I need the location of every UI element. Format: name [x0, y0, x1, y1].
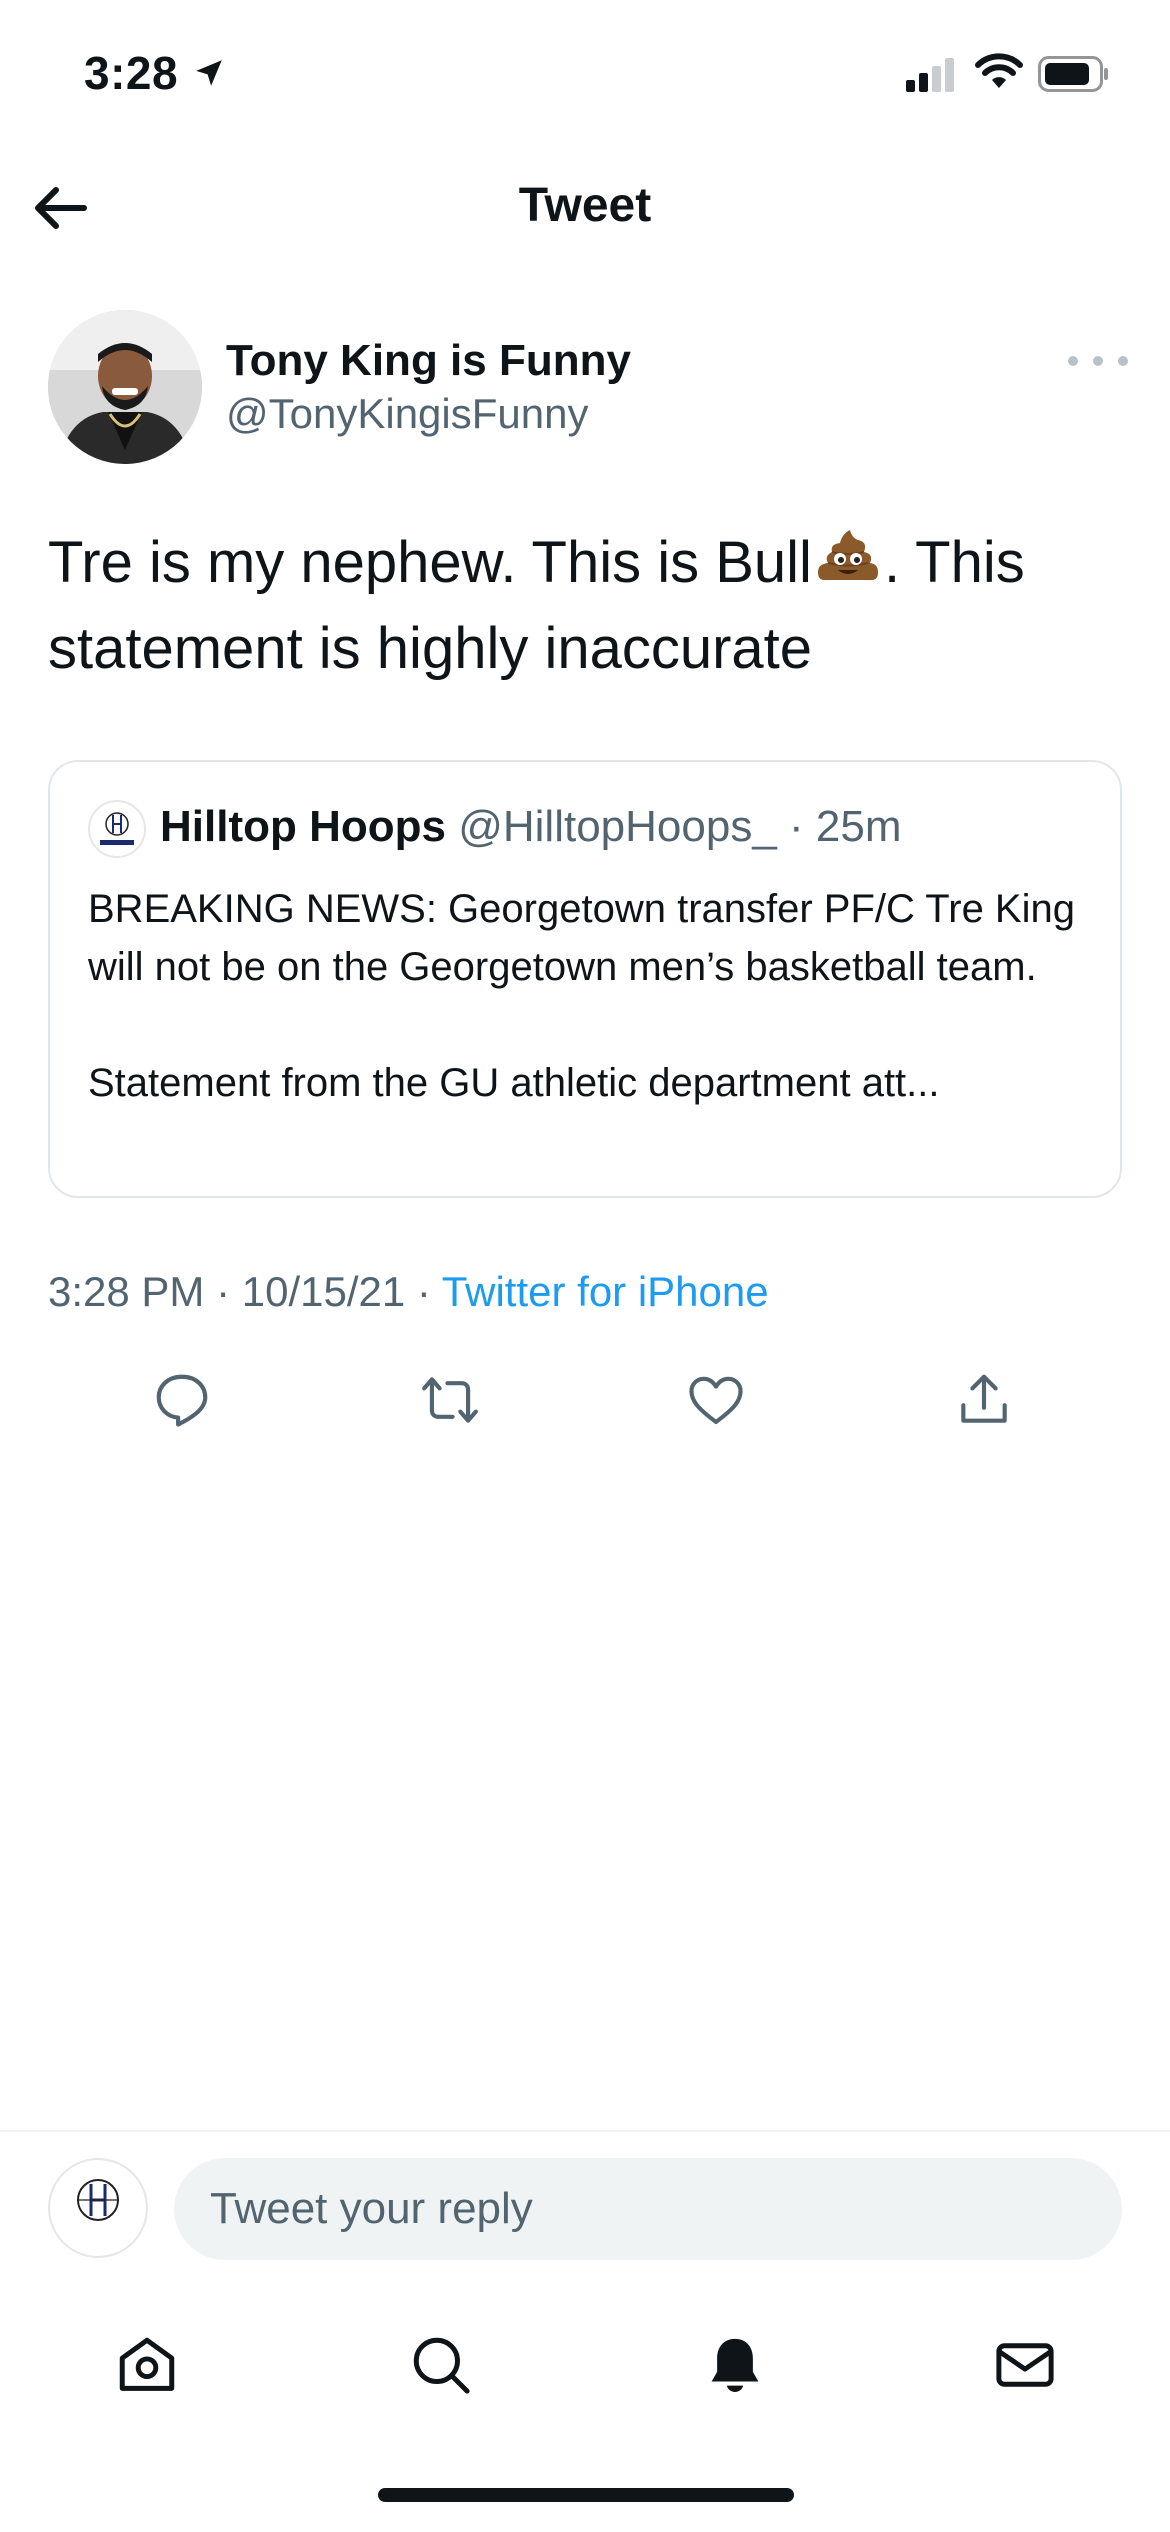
- like-icon: [689, 1376, 743, 1425]
- nav-header: Tweet: [0, 160, 1170, 250]
- reply-button[interactable]: [142, 1360, 222, 1440]
- author-avatar[interactable]: [48, 310, 202, 464]
- tab-notifications[interactable]: [690, 2320, 780, 2410]
- more-dot: [1093, 356, 1103, 366]
- tweet-author: Tony King is Funny @TonyKingisFunny: [48, 308, 1128, 468]
- like-button[interactable]: [676, 1360, 756, 1440]
- more-dot: [1118, 356, 1128, 366]
- notifications-icon: [711, 2338, 759, 2392]
- cellular-signal-icon: [906, 58, 956, 97]
- author-name[interactable]: Tony King is Funny: [226, 336, 631, 386]
- quoted-tweet-text: BREAKING NEWS: Georgetown transfer PF/C …: [88, 880, 1098, 1112]
- retweet-icon: [422, 1377, 478, 1423]
- tweet-source-link[interactable]: Twitter for iPhone: [442, 1268, 769, 1315]
- messages-icon: [996, 2343, 1054, 2387]
- quoted-tweet-card[interactable]: Hilltop Hoops @HilltopHoops_ · 25m BREAK…: [48, 760, 1122, 1198]
- quoted-text-line2: Statement from the GU athletic departmen…: [88, 1061, 940, 1105]
- user-avatar[interactable]: [48, 2158, 148, 2258]
- location-arrow-icon: [192, 56, 226, 95]
- quoted-text-line1: BREAKING NEWS: Georgetown transfer PF/C …: [88, 887, 1075, 989]
- tweet-actions: [0, 1360, 1170, 1440]
- author-handle[interactable]: @TonyKingisFunny: [226, 390, 588, 438]
- quoted-author-handle: @HilltopHoops_: [458, 802, 777, 851]
- retweet-button[interactable]: [410, 1360, 490, 1440]
- quoted-tweet-header: Hilltop Hoops @HilltopHoops_ · 25m: [160, 802, 902, 852]
- tweet-text: Tre is my nephew. This is Bull . This st…: [48, 520, 1128, 692]
- home-icon: [119, 2337, 175, 2391]
- tab-home[interactable]: [102, 2320, 192, 2410]
- wifi-icon: [975, 52, 1023, 95]
- status-time: 3:28: [84, 47, 179, 99]
- reply-bar: [0, 2130, 1170, 2270]
- reply-input[interactable]: [174, 2158, 1122, 2260]
- home-indicator[interactable]: [378, 2488, 794, 2502]
- more-dot: [1068, 356, 1078, 366]
- more-options-button[interactable]: [1068, 346, 1128, 376]
- search-icon: [413, 2337, 470, 2394]
- share-icon: [961, 1374, 1007, 1423]
- tab-search[interactable]: [396, 2320, 486, 2410]
- tweet-meta: 3:28 PM · 10/15/21 · Twitter for iPhone: [48, 1268, 769, 1316]
- quoted-author-avatar: [88, 800, 146, 858]
- battery-icon: [1038, 56, 1110, 97]
- tab-messages[interactable]: [980, 2320, 1070, 2410]
- tweet-text-part1: Tre is my nephew. This is Bull: [48, 530, 812, 595]
- bottom-tab-bar: [0, 2300, 1170, 2420]
- share-button[interactable]: [944, 1360, 1024, 1440]
- quoted-author-name: Hilltop Hoops: [160, 802, 446, 851]
- page-title: Tweet: [518, 179, 652, 232]
- quoted-tweet-time: · 25m: [789, 802, 902, 851]
- pile-of-poo-emoji-icon: [816, 526, 880, 586]
- status-bar: 3:28: [0, 0, 1170, 150]
- tweet-timestamp: 3:28 PM · 10/15/21 ·: [48, 1268, 442, 1315]
- reply-icon: [156, 1374, 208, 1427]
